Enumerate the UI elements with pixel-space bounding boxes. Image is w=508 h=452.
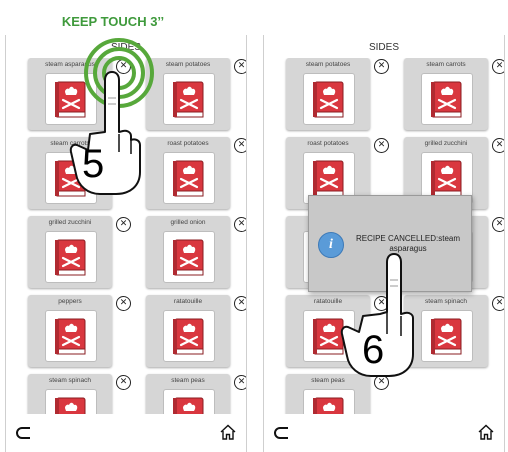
recipe-card-label: steam potatoes [165, 61, 211, 68]
step-number: 6 [362, 328, 385, 372]
recipe-card-label: roast potatoes [167, 140, 209, 147]
recipe-card-label: peppers [58, 298, 82, 305]
recipe-card[interactable]: grilled onion [146, 216, 230, 288]
recipe-book-icon [431, 81, 462, 118]
back-arrow-icon[interactable] [274, 426, 292, 440]
recipe-card[interactable]: steam potatoes [146, 58, 230, 130]
recipe-book-icon [173, 318, 204, 355]
recipe-book-icon [313, 81, 344, 118]
recipe-card[interactable]: steam spinach [28, 374, 112, 414]
recipe-card-label: steam potatoes [305, 61, 351, 68]
recipe-thumbnail [421, 73, 473, 125]
remove-recipe-button[interactable]: ✕ [234, 59, 246, 74]
remove-recipe-button[interactable]: ✕ [116, 296, 131, 311]
recipe-thumbnail [163, 231, 215, 283]
recipe-thumbnail [163, 73, 215, 125]
remove-recipe-button[interactable]: ✕ [234, 375, 246, 390]
step-number: 5 [82, 142, 105, 186]
remove-recipe-button[interactable]: ✕ [234, 217, 246, 232]
recipe-card-label: steam peas [171, 377, 205, 384]
recipe-book-icon [55, 239, 86, 276]
recipe-thumbnail [163, 152, 215, 204]
remove-recipe-button[interactable]: ✕ [492, 59, 504, 74]
sides-screen-right: SIDES steam potatoes ✕ steam carrots ✕ roast… [263, 35, 505, 452]
recipe-book-icon [431, 318, 462, 355]
bottom-nav-bar [6, 414, 246, 452]
remove-recipe-button[interactable]: ✕ [492, 217, 504, 232]
recipe-card-label: grilled onion [170, 219, 206, 226]
remove-recipe-button[interactable]: ✕ [374, 138, 389, 153]
recipe-thumbnail [303, 73, 355, 125]
recipe-card[interactable]: steam potatoes [286, 58, 370, 130]
recipe-thumbnail [45, 389, 97, 414]
recipe-thumbnail [45, 310, 97, 362]
recipe-card[interactable]: grilled zucchini [28, 216, 112, 288]
remove-recipe-button[interactable]: ✕ [116, 217, 131, 232]
recipe-book-icon [173, 239, 204, 276]
recipe-thumbnail [303, 389, 355, 414]
recipe-card[interactable]: peppers [28, 295, 112, 367]
remove-recipe-button[interactable]: ✕ [234, 296, 246, 311]
recipe-book-icon [55, 397, 86, 414]
recipe-book-icon [173, 160, 204, 197]
recipe-card[interactable]: steam peas [146, 374, 230, 414]
recipe-book-icon [173, 81, 204, 118]
instruction-text: KEEP TOUCH 3’’ [61, 14, 165, 29]
recipe-book-icon [313, 397, 344, 414]
remove-recipe-button[interactable]: ✕ [234, 138, 246, 153]
recipe-card[interactable]: steam peas [286, 374, 370, 414]
recipe-thumbnail [163, 310, 215, 362]
recipe-card-label: grilled zucchini [424, 140, 468, 147]
recipe-book-icon [313, 160, 344, 197]
pointing-hand-icon [69, 71, 141, 195]
home-icon[interactable] [478, 424, 494, 440]
recipe-card-label: steam peas [311, 377, 345, 384]
recipe-book-icon [173, 397, 204, 414]
page-title: SIDES [368, 42, 399, 53]
remove-recipe-button[interactable]: ✕ [374, 59, 389, 74]
recipe-card-label: ratatouille [173, 298, 203, 305]
recipe-card-label: grilled zucchini [48, 219, 92, 226]
recipe-thumbnail [45, 231, 97, 283]
recipe-card[interactable]: roast potatoes [146, 137, 230, 209]
recipe-card-label: steam spinach [49, 377, 91, 384]
bottom-nav-bar [264, 414, 504, 452]
home-icon[interactable] [220, 424, 236, 440]
remove-recipe-button[interactable]: ✕ [492, 296, 504, 311]
recipe-card-label: roast potatoes [307, 140, 349, 147]
back-arrow-icon[interactable] [16, 426, 34, 440]
recipe-card[interactable]: ratatouille [146, 295, 230, 367]
recipe-thumbnail [163, 389, 215, 414]
recipe-book-icon [55, 318, 86, 355]
recipe-thumbnail [421, 310, 473, 362]
remove-recipe-button[interactable]: ✕ [116, 375, 131, 390]
remove-recipe-button[interactable]: ✕ [492, 138, 504, 153]
recipe-card-label: steam carrots [426, 61, 466, 68]
recipe-card[interactable]: steam carrots [404, 58, 488, 130]
recipe-book-icon [431, 160, 462, 197]
